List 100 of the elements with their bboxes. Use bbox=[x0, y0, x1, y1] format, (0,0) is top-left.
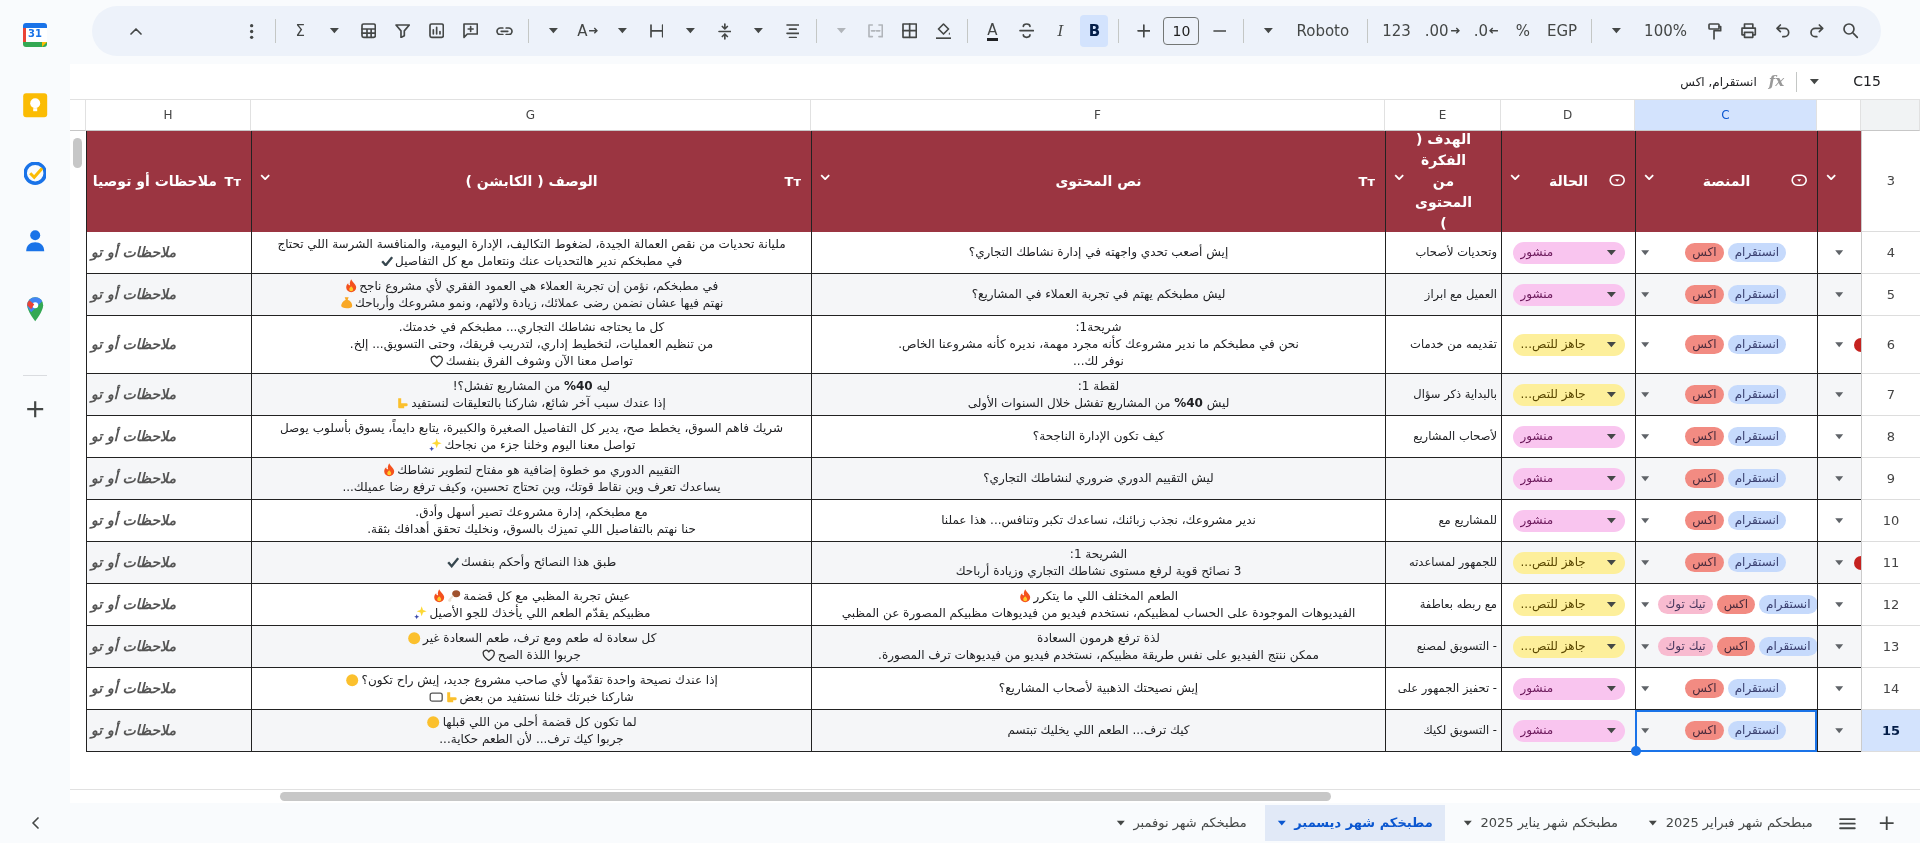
contacts-icon[interactable] bbox=[24, 228, 46, 253]
platform-tag[interactable]: انستقرام bbox=[1727, 285, 1787, 304]
caret-icon[interactable] bbox=[1834, 340, 1845, 349]
platform-tag[interactable]: تيك توك bbox=[1658, 595, 1713, 614]
platform-tag[interactable]: اكس bbox=[1685, 385, 1724, 404]
column-header[interactable]: C bbox=[1635, 100, 1817, 131]
platform-tag[interactable]: اكس bbox=[1685, 427, 1724, 446]
platform-tag[interactable]: انستقرام bbox=[1727, 469, 1787, 488]
platform-tag[interactable]: اكس bbox=[1685, 721, 1724, 740]
platform-tag[interactable]: انستقرام bbox=[1727, 721, 1787, 740]
caret-icon[interactable] bbox=[1640, 558, 1651, 567]
platform-tag[interactable]: انستقرام bbox=[1759, 637, 1818, 656]
corner-cell[interactable] bbox=[1861, 100, 1920, 131]
sheet-tab[interactable]: مطبخكم شهر يناير 2025 bbox=[1450, 805, 1631, 841]
caret-icon[interactable] bbox=[1834, 600, 1845, 609]
map-pin-icon[interactable] bbox=[25, 296, 45, 323]
chevron-down-icon[interactable] bbox=[1510, 173, 1521, 180]
font-button[interactable]: Roboto bbox=[1288, 15, 1358, 47]
platform-tag[interactable]: اكس bbox=[1685, 553, 1724, 572]
percent-button[interactable]: % bbox=[1508, 15, 1537, 47]
status-dropdown[interactable]: منشور bbox=[1512, 677, 1625, 700]
add-sheet-button[interactable]: + bbox=[1869, 812, 1904, 834]
caret-icon[interactable] bbox=[1640, 642, 1651, 651]
increase-decimal-button[interactable]: .00 bbox=[1420, 15, 1464, 47]
platform-tag[interactable]: انستقرام bbox=[1727, 427, 1787, 446]
platform-tag[interactable]: اكس bbox=[1685, 469, 1724, 488]
platform-tag[interactable]: انستقرام bbox=[1727, 243, 1787, 262]
caret-icon[interactable] bbox=[1640, 290, 1651, 299]
text-rotation-button[interactable]: A bbox=[573, 15, 603, 47]
caret-icon[interactable] bbox=[1640, 432, 1651, 441]
calendar-icon[interactable]: 31 bbox=[22, 22, 48, 48]
caret-icon[interactable] bbox=[1834, 558, 1845, 567]
caret-icon[interactable] bbox=[1640, 600, 1651, 609]
platform-tag[interactable]: اكس bbox=[1685, 679, 1724, 698]
caret-icon[interactable] bbox=[1640, 390, 1651, 399]
platform-tag[interactable]: اكس bbox=[1685, 285, 1724, 304]
font-size-field[interactable]: 10 bbox=[1163, 17, 1200, 45]
platform-tag[interactable]: تيك توك bbox=[1658, 637, 1713, 656]
currency-button[interactable]: EGP bbox=[1542, 15, 1582, 47]
status-dropdown[interactable]: منشور bbox=[1512, 241, 1625, 264]
caret-icon[interactable] bbox=[1834, 474, 1845, 483]
caret-icon[interactable] bbox=[1640, 474, 1651, 483]
chevron-down-icon[interactable] bbox=[1644, 173, 1655, 180]
platform-tag[interactable]: انستقرام bbox=[1727, 335, 1787, 354]
status-dropdown[interactable]: منشور bbox=[1512, 467, 1625, 490]
selection-handle[interactable] bbox=[1631, 746, 1641, 756]
status-dropdown[interactable]: منشور bbox=[1512, 283, 1625, 306]
caret-icon[interactable] bbox=[1834, 642, 1845, 651]
zoom-button[interactable]: 100% bbox=[1636, 15, 1695, 47]
status-dropdown[interactable]: جاهز للتص... bbox=[1512, 383, 1625, 406]
cell-reference[interactable]: C15 bbox=[1832, 71, 1902, 92]
platform-tag[interactable]: انستقرام bbox=[1759, 595, 1818, 614]
caret-icon[interactable] bbox=[1834, 390, 1845, 399]
tasks-icon[interactable] bbox=[23, 162, 47, 185]
collapse-icon[interactable] bbox=[31, 817, 39, 829]
scrollbar-thumb[interactable] bbox=[73, 138, 82, 168]
sheet-tab[interactable]: مبطحكم شهر فبراير 2025 bbox=[1636, 805, 1825, 841]
status-dropdown[interactable]: جاهز للتص... bbox=[1512, 551, 1625, 574]
text-color-button[interactable]: A bbox=[978, 15, 1007, 47]
caret-icon[interactable] bbox=[1640, 726, 1651, 735]
chevron-down-icon[interactable] bbox=[1826, 173, 1837, 180]
caret-icon[interactable] bbox=[1640, 516, 1651, 525]
caret-icon[interactable] bbox=[1834, 290, 1845, 299]
functions-button[interactable]: Σ bbox=[286, 15, 315, 47]
caret-icon[interactable] bbox=[1640, 684, 1651, 693]
status-dropdown[interactable]: جاهز للتص... bbox=[1512, 333, 1625, 356]
status-dropdown[interactable]: منشور bbox=[1512, 719, 1625, 742]
status-dropdown[interactable]: جاهز للتص... bbox=[1512, 635, 1625, 658]
caret-icon[interactable] bbox=[1834, 516, 1845, 525]
chevron-down-icon[interactable] bbox=[1394, 173, 1405, 180]
chevron-down-icon[interactable] bbox=[820, 173, 831, 180]
platform-tag[interactable]: اكس bbox=[1716, 637, 1756, 656]
platform-tag[interactable]: انستقرام bbox=[1727, 553, 1787, 572]
platform-tag[interactable]: اكس bbox=[1716, 595, 1756, 614]
caret-icon[interactable] bbox=[1834, 248, 1845, 257]
caret-icon[interactable] bbox=[1640, 248, 1651, 257]
caret-icon[interactable] bbox=[1809, 77, 1820, 86]
add-icon[interactable] bbox=[25, 399, 45, 418]
number-format-button[interactable]: 123 bbox=[1378, 15, 1415, 47]
caret-icon[interactable] bbox=[1834, 726, 1845, 735]
status-dropdown[interactable]: منشور bbox=[1512, 425, 1625, 448]
platform-tag[interactable]: اكس bbox=[1685, 243, 1724, 262]
italic-button[interactable]: I bbox=[1046, 15, 1075, 47]
goal-text: للجمهور لمساعدته bbox=[1408, 554, 1497, 571]
caret-icon[interactable] bbox=[1640, 340, 1651, 349]
bold-button[interactable]: B bbox=[1080, 15, 1109, 47]
chevron-down-icon[interactable] bbox=[260, 173, 271, 180]
platform-tag[interactable]: انستقرام bbox=[1727, 511, 1787, 530]
scrollbar-thumb[interactable] bbox=[280, 792, 1331, 801]
status-dropdown[interactable]: منشور bbox=[1512, 509, 1625, 532]
platform-tag[interactable]: انستقرام bbox=[1727, 679, 1787, 698]
status-dropdown[interactable]: جاهز للتص... bbox=[1512, 593, 1625, 616]
platform-tag[interactable]: اكس bbox=[1685, 335, 1724, 354]
sheet-tab[interactable]: مطبخكم شهر ديسمبر bbox=[1264, 805, 1445, 841]
sheet-tab[interactable]: مطبخكم شهر نوفمبر bbox=[1103, 805, 1259, 841]
platform-tag[interactable]: اكس bbox=[1685, 511, 1724, 530]
platform-tag[interactable]: انستقرام bbox=[1727, 385, 1787, 404]
caret-icon[interactable] bbox=[1834, 432, 1845, 441]
decrease-decimal-button[interactable]: .0 bbox=[1469, 15, 1503, 47]
caret-icon[interactable] bbox=[1834, 684, 1845, 693]
